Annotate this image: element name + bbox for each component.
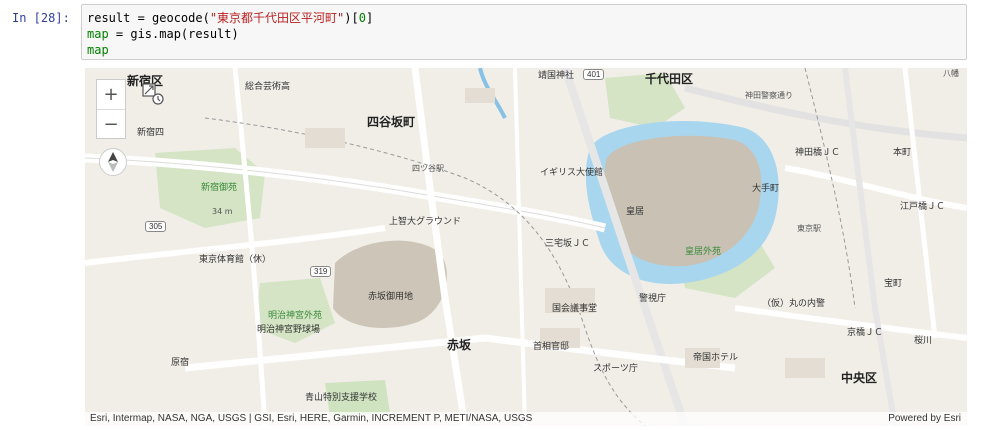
map-label: 大手町 [752,184,780,194]
map-label: 四谷坂町 [367,115,416,129]
route-shield: 305 [145,221,167,232]
map-label: 明治神宮野球場 [257,325,321,335]
route-shield: 319 [310,266,332,277]
map-label: 赤坂御用地 [368,292,414,302]
code-line-1: result = geocode("東京都千代田区平河町")[0] [87,11,373,25]
map-label: イギリス大使館 [540,168,604,178]
code-token: )[ [344,11,359,25]
map-label: 皇居外苑 [685,247,722,257]
powered-by-esri-link[interactable]: Powered by Esri [888,413,961,424]
map-label: 新宿御苑 [201,183,238,193]
code-number: 0 [358,11,366,25]
code-token: ] [365,11,374,25]
map-label: 総合芸術高 [245,82,291,92]
map-label: 本町 [893,148,912,158]
map-label: 34 m [212,207,233,216]
map-label: 京橋ＪＣ [847,328,884,338]
code-variable: map [87,27,109,41]
map-label: 青山特別支援学校 [305,393,378,403]
map-label: 靖国神社 [538,71,575,81]
map-view[interactable]: 新宿区 総合芸術高 靖国神社 401 千代田区 八幡 新宿四 四谷坂町 神田警察… [85,68,967,426]
code-token: result = geocode( [87,11,210,25]
code-token: = gis.map(result) [108,27,239,41]
compass-icon[interactable] [99,148,127,176]
map-label: 上智大グラウンド [389,217,462,227]
map-label: 帝国ホテル [693,353,739,363]
map-attribution[interactable]: Esri, Intermap, NASA, NGA, USGS | GSI, E… [90,413,532,424]
map-label: 八幡 [943,69,959,78]
map-label: 神田橋ＪＣ [795,148,841,158]
map-label: 警視庁 [639,294,667,304]
map-label: スポーツ庁 [593,364,638,374]
code-cell[interactable]: result = geocode("東京都千代田区平河町")[0] map = … [81,4,967,60]
map-label: 赤坂 [447,338,472,352]
code-string: "東京都千代田区平河町" [209,11,345,25]
map-label: 神田警察通り [745,91,793,100]
map-label: 中央区 [841,371,878,385]
map-label: 千代田区 [645,72,694,86]
code-line-3: map [87,43,109,57]
map-label: 東京駅 [797,224,821,233]
map-label: 国会議事堂 [552,304,598,314]
map-label: 江戸橋ＪＣ [900,202,946,212]
map-basemap [85,68,967,426]
code-editor[interactable]: result = geocode("東京都千代田区平河町")[0] map = … [87,10,373,58]
map-attribution-bar: Esri, Intermap, NASA, NGA, USGS | GSI, E… [85,412,967,426]
route-shield: 401 [583,69,605,80]
map-label: 明治神宮外苑 [268,311,323,321]
map-label: 首相官邸 [533,342,570,352]
code-line-2: map = gis.map(result) [87,27,239,41]
map-label: 四ツ谷駅 [412,164,444,173]
map-label: 東京体育館（休） [199,255,272,265]
map-label: 桜川 [914,336,933,346]
zoom-control: + − [96,79,126,139]
default-extent-icon[interactable] [140,81,166,107]
map-label: 原宿 [171,358,190,368]
map-label: 皇居 [626,207,645,217]
zoom-in-button[interactable]: + [97,80,125,109]
map-label: 三宅坂ＪＣ [545,239,591,249]
map-label: 宝町 [884,279,903,289]
zoom-out-button[interactable]: − [97,109,125,139]
map-label: （仮）丸の内警 [762,299,826,309]
map-label: 新宿四 [137,128,165,138]
cell-prompt: In [28]: [12,11,70,25]
